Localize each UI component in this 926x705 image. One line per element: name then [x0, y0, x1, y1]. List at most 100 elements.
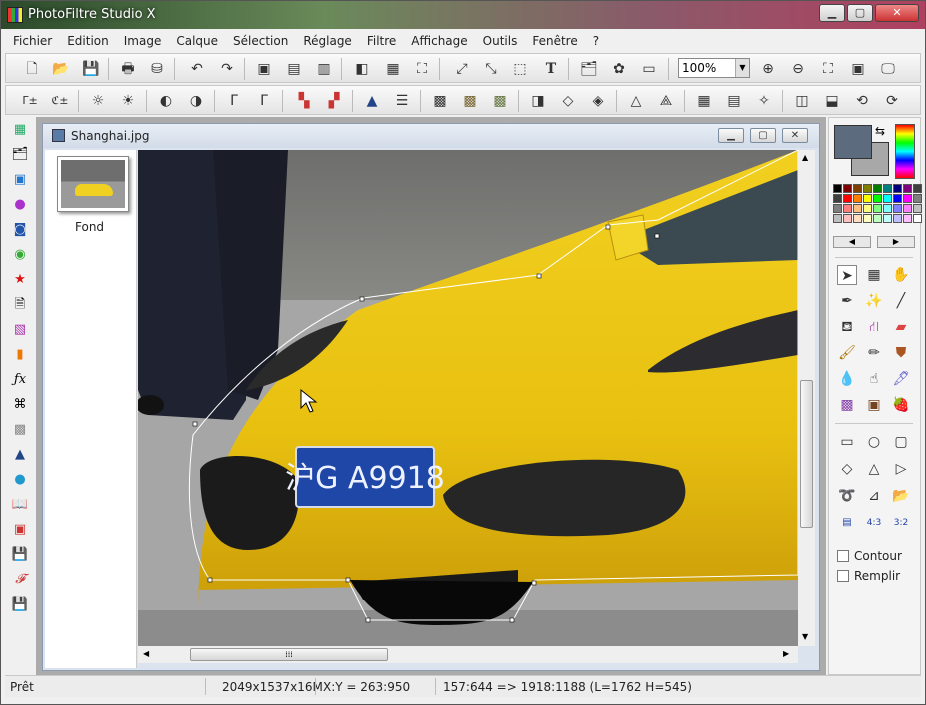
- histogram-icon[interactable]: ▲: [11, 446, 29, 464]
- save-icon[interactable]: 💾: [81, 59, 101, 79]
- palette-swatch[interactable]: [853, 184, 862, 193]
- browser-icon[interactable]: ▭: [639, 59, 659, 79]
- palette-swatch[interactable]: [833, 184, 842, 193]
- strawberry-icon[interactable]: 🍓: [891, 395, 911, 415]
- palette-swatch[interactable]: [893, 214, 902, 223]
- palette-swatch[interactable]: [903, 184, 912, 193]
- hand-icon[interactable]: ✋: [891, 265, 911, 285]
- pattern-icon[interactable]: ▩: [837, 395, 857, 415]
- saturation-plus-icon[interactable]: ▞: [324, 91, 344, 111]
- palette-swatch[interactable]: [913, 214, 922, 223]
- save-2000-icon[interactable]: 💾: [11, 546, 29, 564]
- palette-swatch[interactable]: [873, 184, 882, 193]
- selection-icon[interactable]: ▦: [864, 265, 884, 285]
- contour-checkbox[interactable]: Contour: [837, 549, 902, 563]
- palette-swatch[interactable]: [913, 204, 922, 213]
- palette-swatch[interactable]: [903, 204, 912, 213]
- blur-drop-icon[interactable]: 💧: [837, 369, 857, 389]
- open-icon[interactable]: 📂: [51, 59, 71, 79]
- vertical-scroll-thumb[interactable]: [800, 380, 813, 528]
- formula-icon[interactable]: ƒx: [11, 371, 29, 389]
- zoom-out-icon[interactable]: ⊖: [788, 59, 808, 79]
- horizontal-scrollbar[interactable]: ◀ ⁞⁞⁞ ▶: [138, 646, 798, 663]
- maximize-button[interactable]: ▢: [847, 4, 873, 22]
- font-icon[interactable]: 𝓕: [11, 571, 29, 589]
- gradient-icon[interactable]: ▦: [694, 91, 714, 111]
- color-spectrum[interactable]: [895, 124, 915, 179]
- mosaic-icon[interactable]: ▩: [11, 421, 29, 439]
- selection-all-icon[interactable]: ▤: [837, 513, 857, 533]
- softness-icon[interactable]: ◨: [528, 91, 548, 111]
- spray-icon[interactable]: ⛙: [864, 317, 884, 337]
- palette-swatch[interactable]: [893, 184, 902, 193]
- palette-swatch[interactable]: [833, 204, 842, 213]
- frame-icon[interactable]: ▣: [11, 521, 29, 539]
- magic-wand-icon[interactable]: ✨: [864, 291, 884, 311]
- flip-icon[interactable]: ⬓: [822, 91, 842, 111]
- cloverleaf-icon[interactable]: ⌘: [11, 396, 29, 414]
- sphere-blue-icon[interactable]: ●: [11, 471, 29, 489]
- palette-swatch[interactable]: [863, 204, 872, 213]
- palette-swatch[interactable]: [883, 184, 892, 193]
- blur-icon[interactable]: ◇: [558, 91, 578, 111]
- scan-icon[interactable]: ⛁: [147, 59, 167, 79]
- canvas-size-icon[interactable]: ⤡: [481, 59, 501, 79]
- color-palette[interactable]: [833, 184, 922, 232]
- plugins-icon[interactable]: ✿: [609, 59, 629, 79]
- doc-close-button[interactable]: ✕: [782, 128, 808, 143]
- eyedropper-icon[interactable]: ✒: [837, 291, 857, 311]
- saturation-minus-icon[interactable]: ▚: [294, 91, 314, 111]
- palette-swatch[interactable]: [873, 194, 882, 203]
- palette-swatch[interactable]: [843, 184, 852, 193]
- palette-swatch[interactable]: [873, 204, 882, 213]
- edge-icon[interactable]: ⟁: [656, 91, 676, 111]
- gamma-minus-icon[interactable]: Γ: [224, 91, 244, 111]
- image-canvas[interactable]: 沪G A9918: [138, 150, 798, 646]
- emboss-icon[interactable]: △: [626, 91, 646, 111]
- paste-icon[interactable]: ▣: [254, 59, 274, 79]
- palette-prev-icon[interactable]: ◀: [833, 236, 871, 248]
- fullscreen-icon[interactable]: 🖵: [878, 59, 898, 79]
- palette-swatch[interactable]: [833, 194, 842, 203]
- palette-swatch[interactable]: [903, 214, 912, 223]
- image-icon[interactable]: ▣: [11, 171, 29, 189]
- ellipse-icon[interactable]: ○: [864, 432, 884, 452]
- palette-swatch[interactable]: [863, 184, 872, 193]
- close-button[interactable]: ✕: [875, 4, 919, 22]
- palette-swatch[interactable]: [913, 194, 922, 203]
- book-icon[interactable]: 📖: [11, 496, 29, 514]
- smudge-icon[interactable]: ☝: [864, 369, 884, 389]
- triangle-icon[interactable]: △: [864, 459, 884, 479]
- minimize-button[interactable]: ▁: [819, 4, 845, 22]
- camera-icon[interactable]: ◙: [11, 221, 29, 239]
- menu-filtre[interactable]: Filtre: [359, 32, 403, 48]
- menu-fenetre[interactable]: Fenêtre: [524, 32, 584, 48]
- text-icon[interactable]: T: [541, 59, 561, 79]
- palette-swatch[interactable]: [843, 214, 852, 223]
- pointer-icon[interactable]: ➤: [837, 265, 857, 285]
- menu-help[interactable]: ?: [585, 32, 606, 48]
- palette-swatch[interactable]: [853, 194, 862, 203]
- contrast-minus-icon[interactable]: ◐: [156, 91, 176, 111]
- palette-swatch[interactable]: [883, 204, 892, 213]
- line-icon[interactable]: ╱: [891, 291, 911, 311]
- sphere-icon[interactable]: ●: [11, 196, 29, 214]
- menu-image[interactable]: Image: [116, 32, 169, 48]
- dither-icon[interactable]: ▩: [430, 91, 450, 111]
- explorer-icon[interactable]: 🗂: [11, 146, 29, 164]
- palette-swatch[interactable]: [913, 184, 922, 193]
- scroll-right-icon[interactable]: ▶: [783, 649, 789, 658]
- gradient-icon[interactable]: ▧: [11, 321, 29, 339]
- menu-selection[interactable]: Sélection: [225, 32, 295, 48]
- palette-swatch[interactable]: [833, 214, 842, 223]
- globe-icon[interactable]: ◉: [11, 246, 29, 264]
- pen-icon[interactable]: 🖋: [891, 369, 911, 389]
- gamma-plus-icon[interactable]: Γ: [254, 91, 274, 111]
- title-bar[interactable]: PhotoFiltre Studio X ▁ ▢ ✕: [1, 1, 925, 29]
- new-icon[interactable]: 🗋: [22, 59, 42, 79]
- zoom-in-icon[interactable]: ⊕: [758, 59, 778, 79]
- lasso-icon[interactable]: ➰: [837, 486, 857, 506]
- redo-icon[interactable]: ↷: [217, 59, 237, 79]
- gamma-minus-auto-icon[interactable]: ℭ±: [50, 91, 70, 111]
- pencil-icon[interactable]: ✏: [864, 343, 884, 363]
